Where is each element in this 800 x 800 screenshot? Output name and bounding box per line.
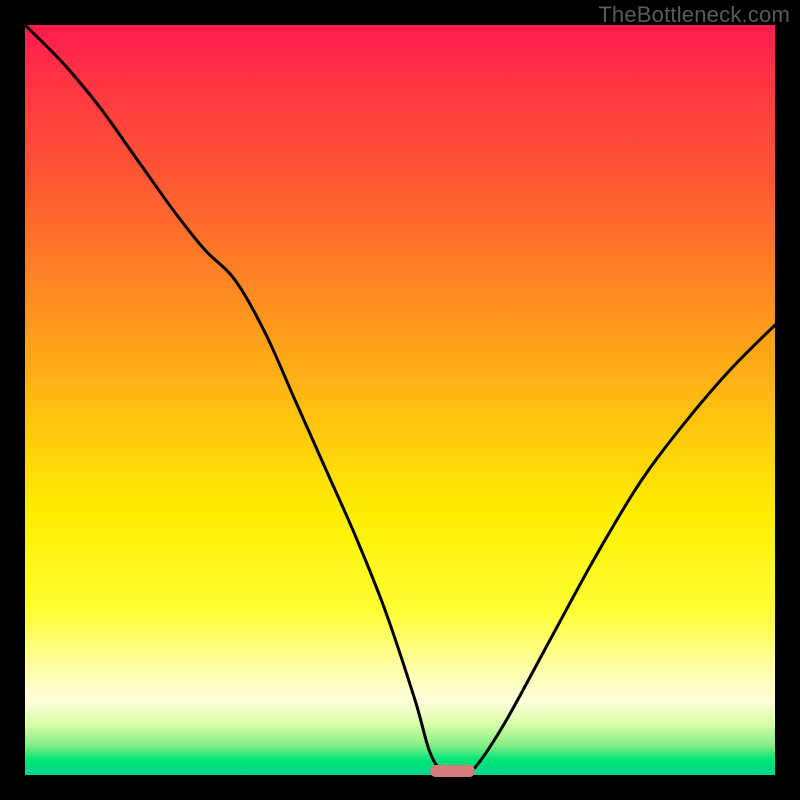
optimal-marker — [430, 765, 475, 777]
plot-area — [25, 25, 775, 775]
curve-svg — [25, 25, 775, 775]
bottleneck-curve — [25, 25, 775, 775]
chart-container: TheBottleneck.com — [0, 0, 800, 800]
